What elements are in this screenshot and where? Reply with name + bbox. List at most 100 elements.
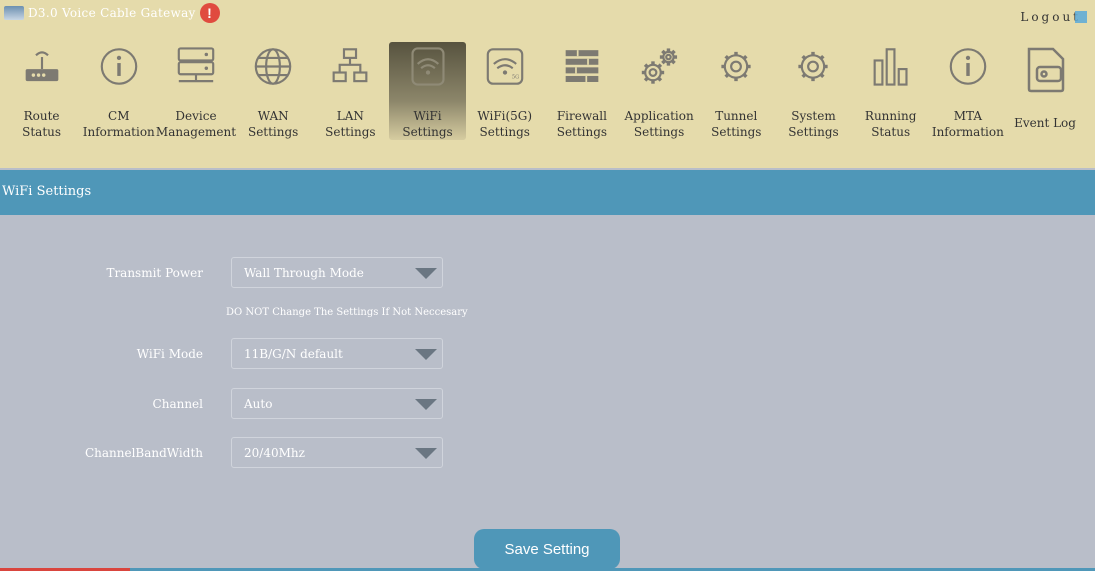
- wifi-mode-select[interactable]: 11B/G/N default: [231, 338, 443, 369]
- bandwidth-row: ChannelBandWidth: [0, 437, 203, 468]
- nav-label-line2: Management: [155, 125, 237, 139]
- section-title: WiFi Settings: [2, 184, 92, 199]
- nav-item-firewall-settings[interactable]: Firewall Settings: [543, 42, 620, 140]
- firewall-icon: [565, 50, 599, 82]
- nav-label-line1: LAN: [336, 109, 364, 123]
- bandwidth-value: 20/40Mhz: [244, 446, 305, 460]
- nav-item-lan-settings[interactable]: LAN Settings: [312, 42, 389, 140]
- nav-label-line2: Status: [22, 125, 62, 139]
- logout-label: Logout: [1020, 10, 1081, 24]
- nav-item-label: LAN Settings: [325, 108, 375, 140]
- nav-item-device-management[interactable]: Device Management: [156, 42, 236, 140]
- nav-item-route-status[interactable]: Route Status: [3, 42, 80, 140]
- warning-note: DO NOT Change The Settings If Not Necces…: [226, 307, 468, 318]
- logout-icon: [1075, 11, 1087, 23]
- nav-label-line1: Running: [864, 109, 917, 123]
- nav-item-application-settings[interactable]: Application Settings: [621, 42, 698, 140]
- nav-label-line2: Settings: [325, 125, 376, 139]
- nav-item-label: Event Log: [1014, 115, 1076, 131]
- svg-text:5G: 5G: [512, 75, 519, 81]
- transmit-power-label: Transmit Power: [106, 265, 203, 280]
- app-title-text: D3.0 Voice Cable Gateway: [28, 6, 196, 20]
- bandwidth-label: ChannelBandWidth: [84, 445, 203, 460]
- main-nav: Route Status CM Information Device Management…: [3, 42, 1084, 140]
- nav-item-label: Route Status: [22, 108, 61, 140]
- channel-value: Auto: [244, 397, 273, 411]
- nav-label-line2: Information: [931, 125, 1004, 139]
- logout-button[interactable]: Logout: [1020, 10, 1087, 24]
- nav-item-label: WiFi Settings: [402, 108, 452, 140]
- nav-item-label: System Settings: [788, 108, 838, 140]
- save-setting-button[interactable]: Save Setting: [474, 529, 620, 569]
- transmit-power-row: Transmit Power: [0, 257, 203, 288]
- nav-label-line1: WiFi: [413, 109, 442, 123]
- nav-item-label: WiFi(5G) Settings: [477, 108, 532, 140]
- nav-label-line2: Settings: [247, 125, 299, 139]
- header: D3.0 Voice Cable Gateway ! Logout Route S…: [0, 0, 1095, 168]
- nav-label-line1: Event Log: [1014, 116, 1076, 130]
- nav-label-line1: Application: [624, 109, 694, 123]
- nav-item-label: WAN Settings: [248, 108, 298, 140]
- nav-item-mta-information[interactable]: MTA Information: [929, 42, 1006, 140]
- wifi-mode-label: WiFi Mode: [136, 346, 203, 361]
- nav-item-wan-settings[interactable]: WAN Settings: [235, 42, 312, 140]
- nav-label-line1: WAN: [257, 109, 289, 123]
- transmit-power-select[interactable]: Wall Through Mode: [231, 257, 443, 288]
- bar-chart-icon: [873, 48, 908, 86]
- nav-item-system-settings[interactable]: System Settings: [775, 42, 852, 140]
- nav-label-line2: Settings: [788, 125, 839, 139]
- warning-icon[interactable]: !: [199, 3, 220, 23]
- nav-label-line1: MTA: [953, 109, 982, 123]
- channel-label: Channel: [152, 396, 203, 411]
- gear-icon: [798, 51, 829, 82]
- chevron-down-icon: [415, 448, 437, 459]
- nav-label-line2: Information: [82, 125, 155, 139]
- app-icon: [4, 6, 24, 20]
- app-title: D3.0 Voice Cable Gateway !: [4, 3, 220, 23]
- chevron-down-icon: [415, 399, 437, 410]
- gears-icon: [641, 48, 678, 84]
- channel-select[interactable]: Auto: [231, 388, 443, 419]
- nav-item-label: MTA Information: [932, 108, 1004, 140]
- nav-item-label: Tunnel Settings: [711, 108, 761, 140]
- gear-icon: [721, 51, 751, 82]
- transmit-power-value: Wall Through Mode: [244, 266, 364, 280]
- server-icon: [177, 47, 215, 83]
- nav-label-line1: Device: [175, 109, 217, 123]
- nav-item-running-status[interactable]: Running Status: [852, 42, 929, 140]
- nav-label-line2: Settings: [556, 125, 608, 139]
- nav-item-label: Device Management: [156, 108, 236, 140]
- nav-item-tunnel-settings[interactable]: Tunnel Settings: [698, 42, 775, 140]
- log-icon: [1027, 47, 1065, 93]
- nav-item-event-log[interactable]: Event Log: [1006, 42, 1083, 140]
- nav-label-line2: Settings: [633, 125, 685, 139]
- nav-label-line2: Settings: [402, 125, 453, 139]
- nav-label-line1: System: [791, 109, 836, 123]
- chevron-down-icon: [415, 349, 437, 360]
- globe-icon: [254, 48, 292, 85]
- nav-label-line1: Firewall: [556, 109, 607, 123]
- nav-item-label: Running Status: [865, 108, 916, 140]
- nav-item-label: Firewall Settings: [557, 108, 607, 140]
- nav-item-cm-information[interactable]: CM Information: [80, 42, 157, 140]
- info-icon: [100, 48, 138, 85]
- channel-row: Channel: [0, 388, 203, 419]
- nav-item-wifi-settings[interactable]: WiFi Settings: [388, 42, 467, 140]
- wifi-mode-value: 11B/G/N default: [244, 347, 343, 361]
- network-icon: [332, 48, 368, 83]
- nav-label-line2: Settings: [711, 125, 762, 139]
- bandwidth-select[interactable]: 20/40Mhz: [231, 437, 443, 468]
- wifi-5g-icon: 5G: [486, 48, 523, 85]
- nav-label-line2: Status: [871, 125, 911, 139]
- section-header: WiFi Settings: [0, 170, 1095, 215]
- wifi-mode-row: WiFi Mode: [0, 338, 203, 369]
- nav-item-wifi-5g-settings[interactable]: 5G WiFi(5G) Settings: [466, 42, 543, 140]
- chevron-down-icon: [415, 268, 437, 279]
- nav-label-line2: Settings: [479, 125, 530, 139]
- nav-item-label: Application Settings: [624, 108, 693, 140]
- nav-label-line1: CM: [108, 109, 130, 123]
- nav-label-line1: Route: [23, 109, 60, 123]
- nav-label-line1: Tunnel: [715, 109, 758, 123]
- nav-item-label: CM Information: [83, 108, 155, 140]
- info-icon: [949, 48, 987, 85]
